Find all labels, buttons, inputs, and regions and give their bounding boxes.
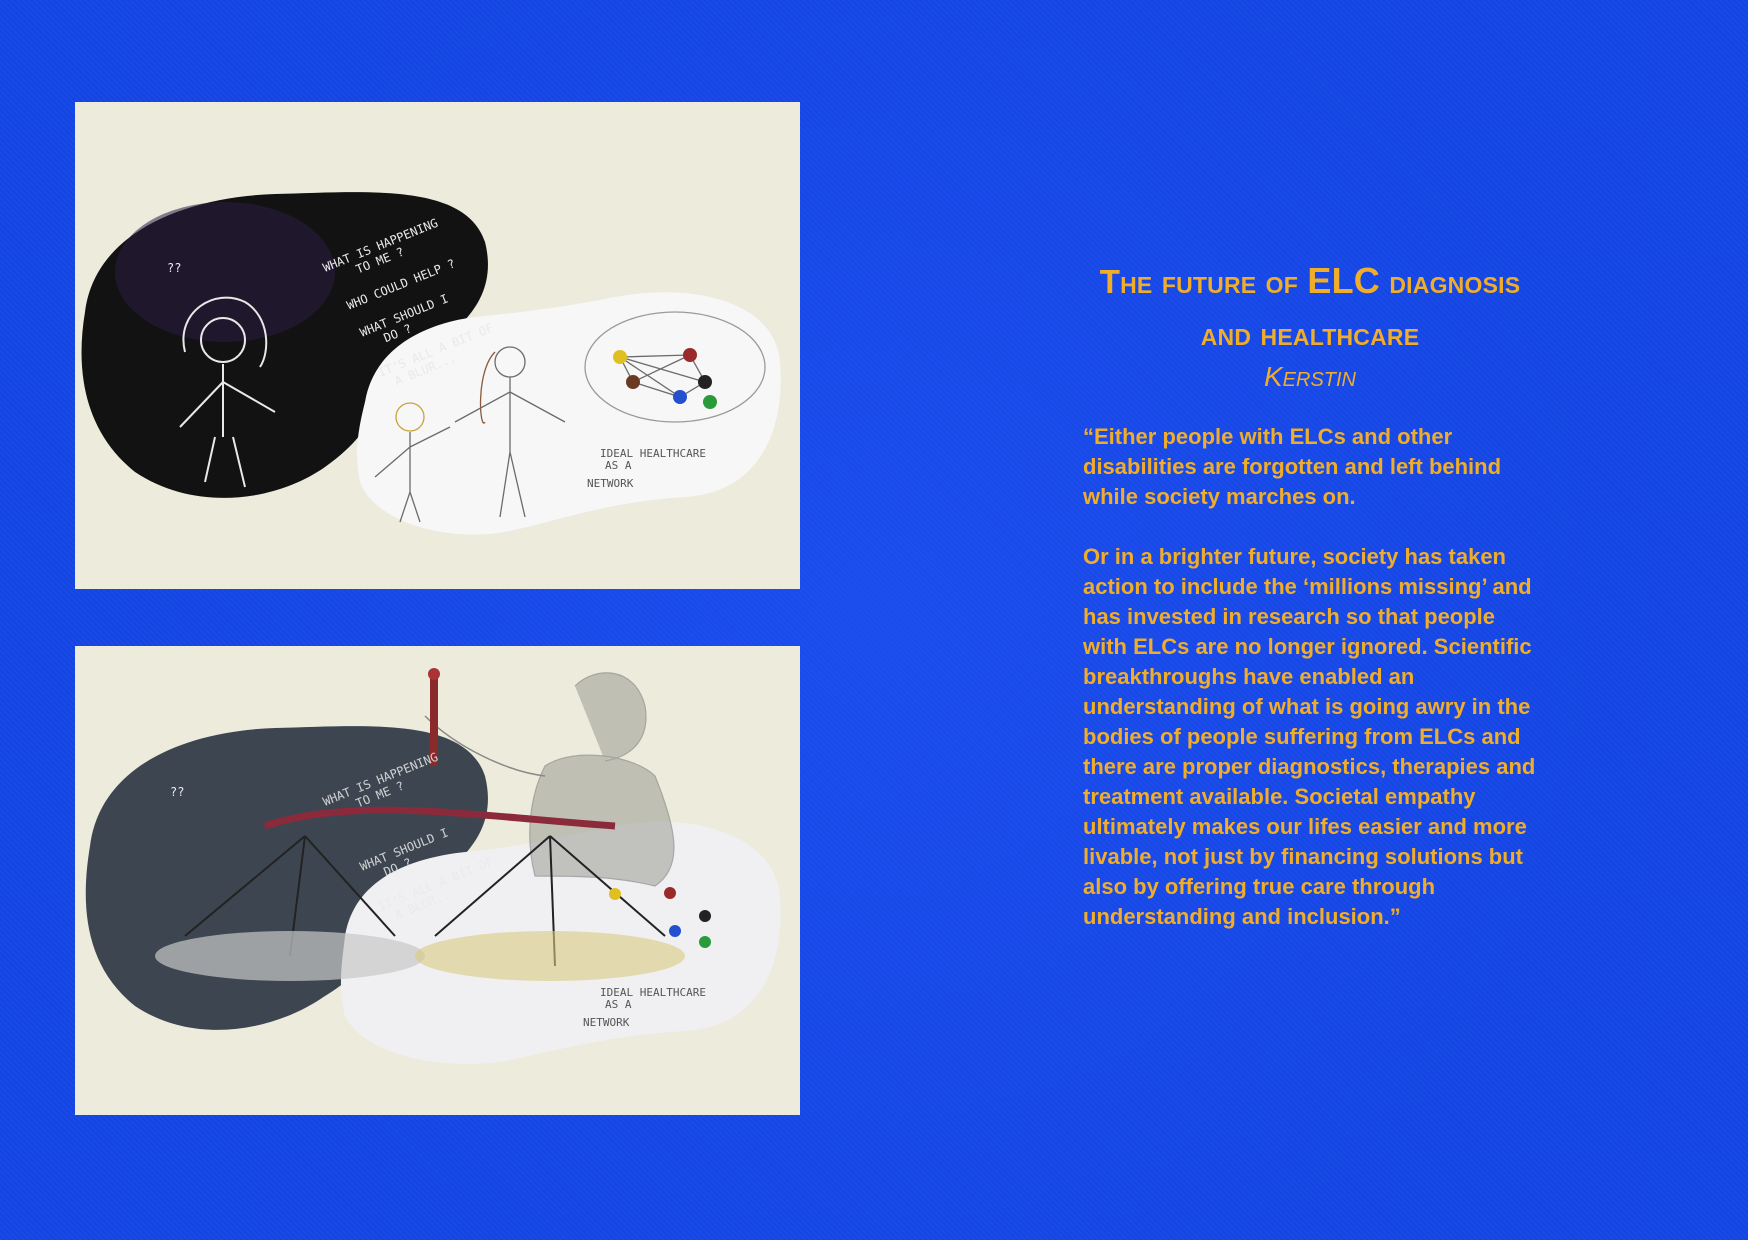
page-title: The future of ELC diagnosis <box>1075 255 1545 308</box>
question-marks: ?? <box>167 261 181 275</box>
network-word: NETWORK <box>587 477 634 490</box>
drawing-photo-top: ?? WHAT IS HAPPENING TO ME ? WHO COULD H… <box>75 102 800 589</box>
network-word: NETWORK <box>583 1016 630 1029</box>
drawing-with-scales-illustration: ?? WHAT IS HAPPENING TO ME ? WHAT SHOULD… <box>85 668 781 1064</box>
network-caption: AS A <box>605 459 632 472</box>
author-name: Kerstin <box>1263 361 1356 392</box>
quote-paragraph: “Either people with ELCs and other disab… <box>1083 424 1502 509</box>
question-marks: ?? <box>170 785 184 799</box>
quote-paragraph: Or in a brighter future, society has tak… <box>1083 544 1536 929</box>
drawing-illustration: ?? WHAT IS HAPPENING TO ME ? WHO COULD H… <box>81 192 781 535</box>
title-prefix: The future of <box>1099 263 1299 300</box>
page-title-line2: and healthcare <box>1200 315 1420 352</box>
title-suffix: diagnosis <box>1389 263 1521 300</box>
network-caption: AS A <box>605 998 632 1011</box>
title-emphasis: ELC <box>1307 260 1380 301</box>
text-panel: The future of ELC diagnosis and healthca… <box>1075 255 1545 962</box>
drawing-photo-bottom: ?? WHAT IS HAPPENING TO ME ? WHAT SHOULD… <box>75 646 800 1115</box>
